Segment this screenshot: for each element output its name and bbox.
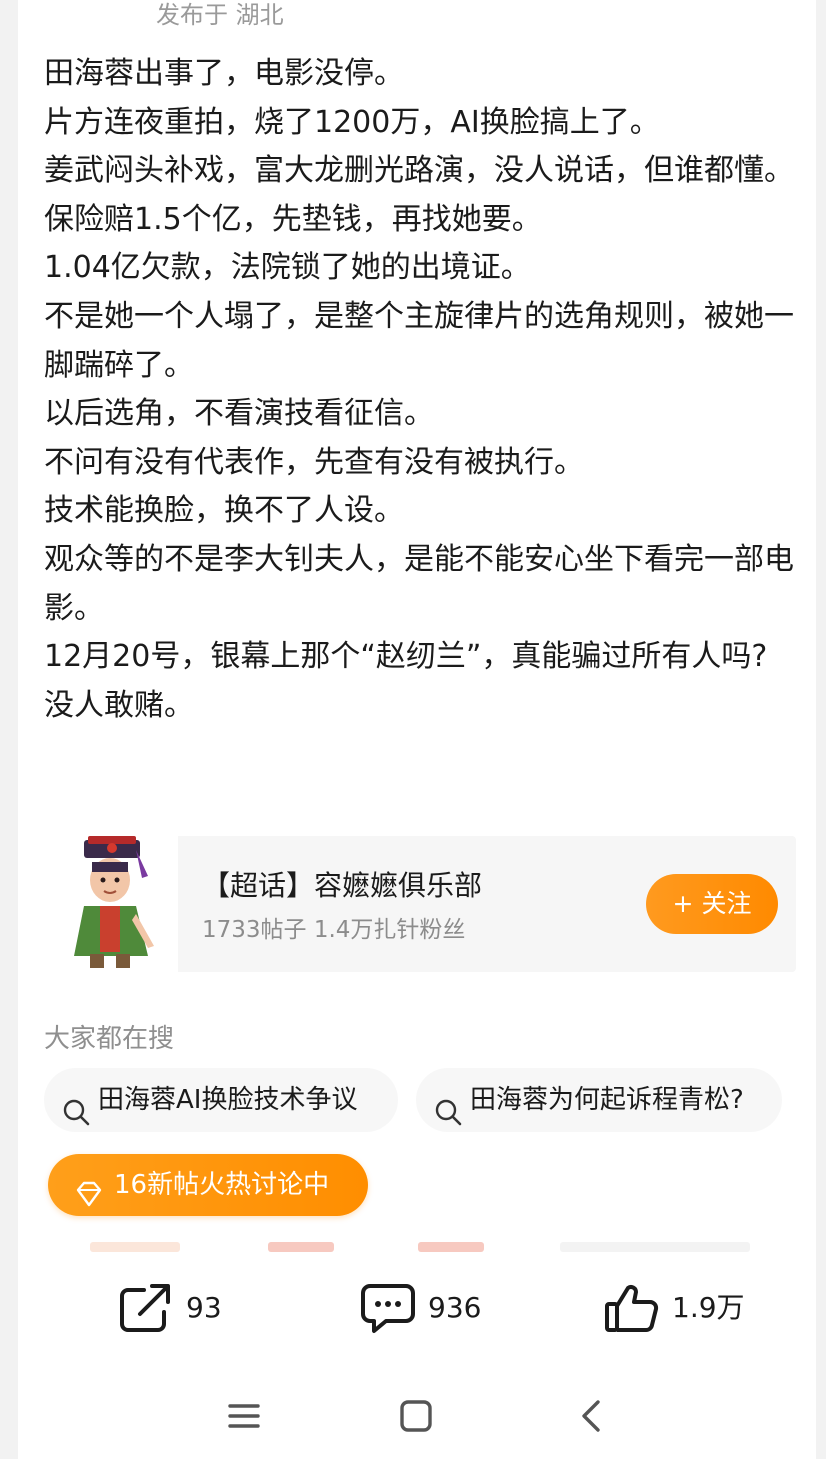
post-line: 田海蓉出事了，电影没停。 xyxy=(44,56,404,91)
post-line: 姜武闷头补戏，富大龙删光路演，没人说话，但谁都懂。 xyxy=(44,153,794,189)
recent-apps-icon[interactable] xyxy=(224,1396,264,1436)
thumbs-up-icon xyxy=(604,1282,660,1334)
post-line: 以后选角，不看演技看征信。 xyxy=(44,396,434,432)
post-body: 田海蓉出事了，电影没停。 片方连夜重拍，烧了1200万，AI换脸搞上了。 姜武闷… xyxy=(44,50,794,730)
system-nav-bar xyxy=(0,1388,826,1444)
diamond-icon xyxy=(74,1170,104,1207)
search-chip[interactable]: 田海蓉AI换脸技术争议 xyxy=(44,1068,398,1132)
post-line: 12月20号，银幕上那个“赵纫兰”，真能骗过所有人吗? xyxy=(44,639,768,675)
comment-action[interactable]: 936 xyxy=(360,1278,520,1338)
search-chip[interactable]: 田海蓉为何起诉程青松? xyxy=(416,1068,782,1132)
search-chip-label: 田海蓉为何起诉程青松? xyxy=(470,1085,744,1115)
search-icon xyxy=(434,1086,462,1126)
share-action[interactable]: 93 xyxy=(118,1278,258,1338)
like-action[interactable]: 1.9万 xyxy=(604,1278,764,1338)
super-topic-card[interactable]: 【超话】容嬷嬷俱乐部 1733帖子 1.4万扎针粉丝 + 关注 xyxy=(44,836,796,972)
comment-icon xyxy=(360,1282,416,1334)
post-line: 保险赔1.5个亿，先垫钱，再找她要。 xyxy=(44,201,542,237)
post-line: 1.04亿欠款，法院锁了她的出境证。 xyxy=(44,250,531,286)
post-line: 不是她一个人塌了，是整个主旋律片的选角规则，被她一脚踹碎了。 xyxy=(44,298,794,383)
post-line: 片方连夜重拍，烧了1200万，AI换脸搞上了。 xyxy=(44,104,660,140)
post-location: 发布于 湖北 xyxy=(156,1,284,29)
share-icon xyxy=(118,1282,174,1334)
comment-count: 936 xyxy=(428,1291,482,1324)
cartoon-avatar-icon xyxy=(44,836,178,972)
share-count: 93 xyxy=(186,1291,222,1324)
back-icon[interactable] xyxy=(572,1396,612,1436)
search-chip-label: 田海蓉AI换脸技术争议 xyxy=(98,1085,358,1115)
like-count: 1.9万 xyxy=(672,1291,745,1324)
obscured-content-strip xyxy=(40,1226,800,1254)
follow-button[interactable]: + 关注 xyxy=(646,874,778,934)
post-line: 观众等的不是李大钊夫人，是能不能安心坐下看完一部电影。 xyxy=(44,541,794,626)
trending-search-heading: 大家都在搜 xyxy=(44,1024,175,1054)
post-line: 没人敢赌。 xyxy=(44,687,194,723)
hot-discussion-pill[interactable]: 16新帖火热讨论中 xyxy=(48,1154,368,1216)
screen-left-edge xyxy=(0,0,18,1459)
post-line: 不问有没有代表作，先查有没有被执行。 xyxy=(44,444,584,480)
topic-stats: 1733帖子 1.4万扎针粉丝 xyxy=(202,917,466,943)
search-icon xyxy=(62,1086,90,1126)
topic-title[interactable]: 【超话】容嬷嬷俱乐部 xyxy=(202,864,482,904)
post-line: 技术能换脸，换不了人设。 xyxy=(44,493,404,529)
home-icon[interactable] xyxy=(396,1396,436,1436)
hot-discussion-label: 16新帖火热讨论中 xyxy=(114,1170,330,1200)
screen-right-edge xyxy=(816,0,826,1459)
